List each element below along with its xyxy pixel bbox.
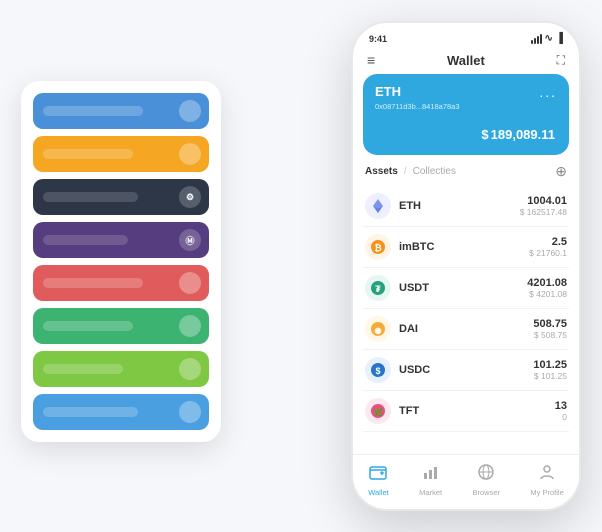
asset-values-eth: 1004.01 $ 162517.48	[520, 195, 567, 217]
card-dot-3: ⚙	[179, 186, 201, 208]
asset-usd-usdt: $ 4201.08	[527, 289, 567, 299]
scene: ⚙ Ⓜ 9:41	[21, 21, 581, 511]
asset-item-usdt[interactable]: ₮ USDT 4201.08 $ 4201.08	[363, 268, 569, 309]
card-dot-8	[179, 401, 201, 423]
asset-icon-eth	[365, 193, 391, 219]
bottom-nav-wallet[interactable]: Wallet	[368, 463, 389, 497]
assets-header: Assets / Collecties ⊕	[353, 163, 579, 186]
battery-icon: ▐	[556, 33, 563, 44]
eth-amount-value: 189,089.11	[491, 127, 555, 142]
browser-nav-label: Browser	[473, 488, 501, 497]
profile-nav-icon	[538, 463, 556, 486]
asset-values-dai: 508.75 $ 508.75	[533, 318, 567, 340]
asset-item-eth[interactable]: ETH 1004.01 $ 162517.48	[363, 186, 569, 227]
bottom-nav: Wallet Market Browser	[353, 454, 579, 509]
asset-values-tft: 13 0	[555, 400, 567, 422]
svg-text:₿: ₿	[374, 243, 381, 253]
asset-amount-usdt: 4201.08	[527, 277, 567, 289]
asset-name-imbtc: imBTC	[399, 241, 529, 253]
assets-tab-collecties[interactable]: Collecties	[413, 166, 456, 177]
assets-add-icon[interactable]: ⊕	[555, 163, 567, 180]
asset-usd-dai: $ 508.75	[533, 330, 567, 340]
asset-amount-tft: 13	[555, 400, 567, 412]
bottom-nav-browser[interactable]: Browser	[473, 463, 501, 497]
eth-more-icon[interactable]: ...	[539, 84, 557, 100]
asset-name-tft: TFT	[399, 405, 555, 417]
asset-values-imbtc: 2.5 $ 21760.1	[529, 236, 567, 258]
eth-card[interactable]: ETH ... 0x08711d3b...8418a78a3 $189,089.…	[363, 74, 569, 155]
asset-icon-usdc: $	[365, 357, 391, 383]
profile-nav-label: My Profile	[530, 488, 563, 497]
card-item-3[interactable]: ⚙	[33, 179, 209, 215]
card-item-6[interactable]	[33, 308, 209, 344]
asset-icon-imbtc: ₿	[365, 234, 391, 260]
eth-address: 0x08711d3b...8418a78a3	[375, 102, 557, 111]
asset-list: ETH 1004.01 $ 162517.48 ₿ imBTC 2.5 $ 21…	[353, 186, 579, 450]
asset-name-dai: DAI	[399, 323, 533, 335]
card-stack: ⚙ Ⓜ	[21, 81, 221, 442]
asset-usd-tft: 0	[555, 412, 567, 422]
asset-name-eth: ETH	[399, 200, 520, 212]
asset-amount-dai: 508.75	[533, 318, 567, 330]
phone: 9:41 ∿ ▐ ≡ Wallet ⛶	[351, 21, 581, 511]
card-dot-6	[179, 315, 201, 337]
svg-text:$: $	[375, 366, 380, 376]
card-item-8[interactable]	[33, 394, 209, 430]
asset-usd-usdc: $ 101.25	[533, 371, 567, 381]
status-time: 9:41	[369, 34, 387, 44]
wallet-nav-label: Wallet	[368, 488, 389, 497]
menu-icon[interactable]: ≡	[367, 52, 375, 68]
card-dot-7	[179, 358, 201, 380]
browser-nav-icon	[477, 463, 495, 486]
market-nav-label: Market	[419, 488, 442, 497]
asset-amount-usdc: 101.25	[533, 359, 567, 371]
wallet-nav-icon	[369, 463, 387, 486]
asset-name-usdc: USDC	[399, 364, 533, 376]
asset-amount-eth: 1004.01	[520, 195, 567, 207]
card-dot-2	[179, 143, 201, 165]
asset-item-usdc[interactable]: $ USDC 101.25 $ 101.25	[363, 350, 569, 391]
asset-icon-usdt: ₮	[365, 275, 391, 301]
asset-icon-dai: ◉	[365, 316, 391, 342]
signal-icon	[531, 34, 542, 44]
market-nav-icon	[422, 463, 440, 486]
eth-amount: $189,089.11	[375, 119, 557, 145]
assets-tab-active[interactable]: Assets	[365, 166, 398, 177]
asset-item-tft[interactable]: 🌿 TFT 13 0	[363, 391, 569, 432]
bottom-nav-market[interactable]: Market	[419, 463, 442, 497]
asset-item-imbtc[interactable]: ₿ imBTC 2.5 $ 21760.1	[363, 227, 569, 268]
asset-usd-imbtc: $ 21760.1	[529, 248, 567, 258]
card-item-1[interactable]	[33, 93, 209, 129]
asset-icon-tft: 🌿	[365, 398, 391, 424]
assets-tabs: Assets / Collecties	[365, 166, 456, 177]
asset-amount-imbtc: 2.5	[529, 236, 567, 248]
expand-icon[interactable]: ⛶	[557, 53, 565, 68]
card-dot-4: Ⓜ	[179, 229, 201, 251]
asset-values-usdt: 4201.08 $ 4201.08	[527, 277, 567, 299]
svg-text:₮: ₮	[375, 284, 381, 294]
bottom-nav-profile[interactable]: My Profile	[530, 463, 563, 497]
card-item-5[interactable]	[33, 265, 209, 301]
eth-currency-symbol: $	[481, 127, 488, 142]
asset-values-usdc: 101.25 $ 101.25	[533, 359, 567, 381]
asset-item-dai[interactable]: ◉ DAI 508.75 $ 508.75	[363, 309, 569, 350]
eth-card-label: ETH	[375, 84, 401, 99]
status-icons: ∿ ▐	[531, 33, 563, 44]
asset-name-usdt: USDT	[399, 282, 527, 294]
nav-bar: ≡ Wallet ⛶	[353, 48, 579, 74]
card-item-2[interactable]	[33, 136, 209, 172]
svg-text:🌿: 🌿	[373, 407, 383, 417]
wifi-icon: ∿	[545, 33, 553, 44]
card-item-4[interactable]: Ⓜ	[33, 222, 209, 258]
nav-title: Wallet	[447, 53, 485, 68]
status-bar: 9:41 ∿ ▐	[353, 23, 579, 48]
asset-usd-eth: $ 162517.48	[520, 207, 567, 217]
card-dot-5	[179, 272, 201, 294]
assets-separator: /	[404, 166, 407, 177]
card-item-7[interactable]	[33, 351, 209, 387]
svg-text:◉: ◉	[375, 326, 382, 335]
card-dot-1	[179, 100, 201, 122]
